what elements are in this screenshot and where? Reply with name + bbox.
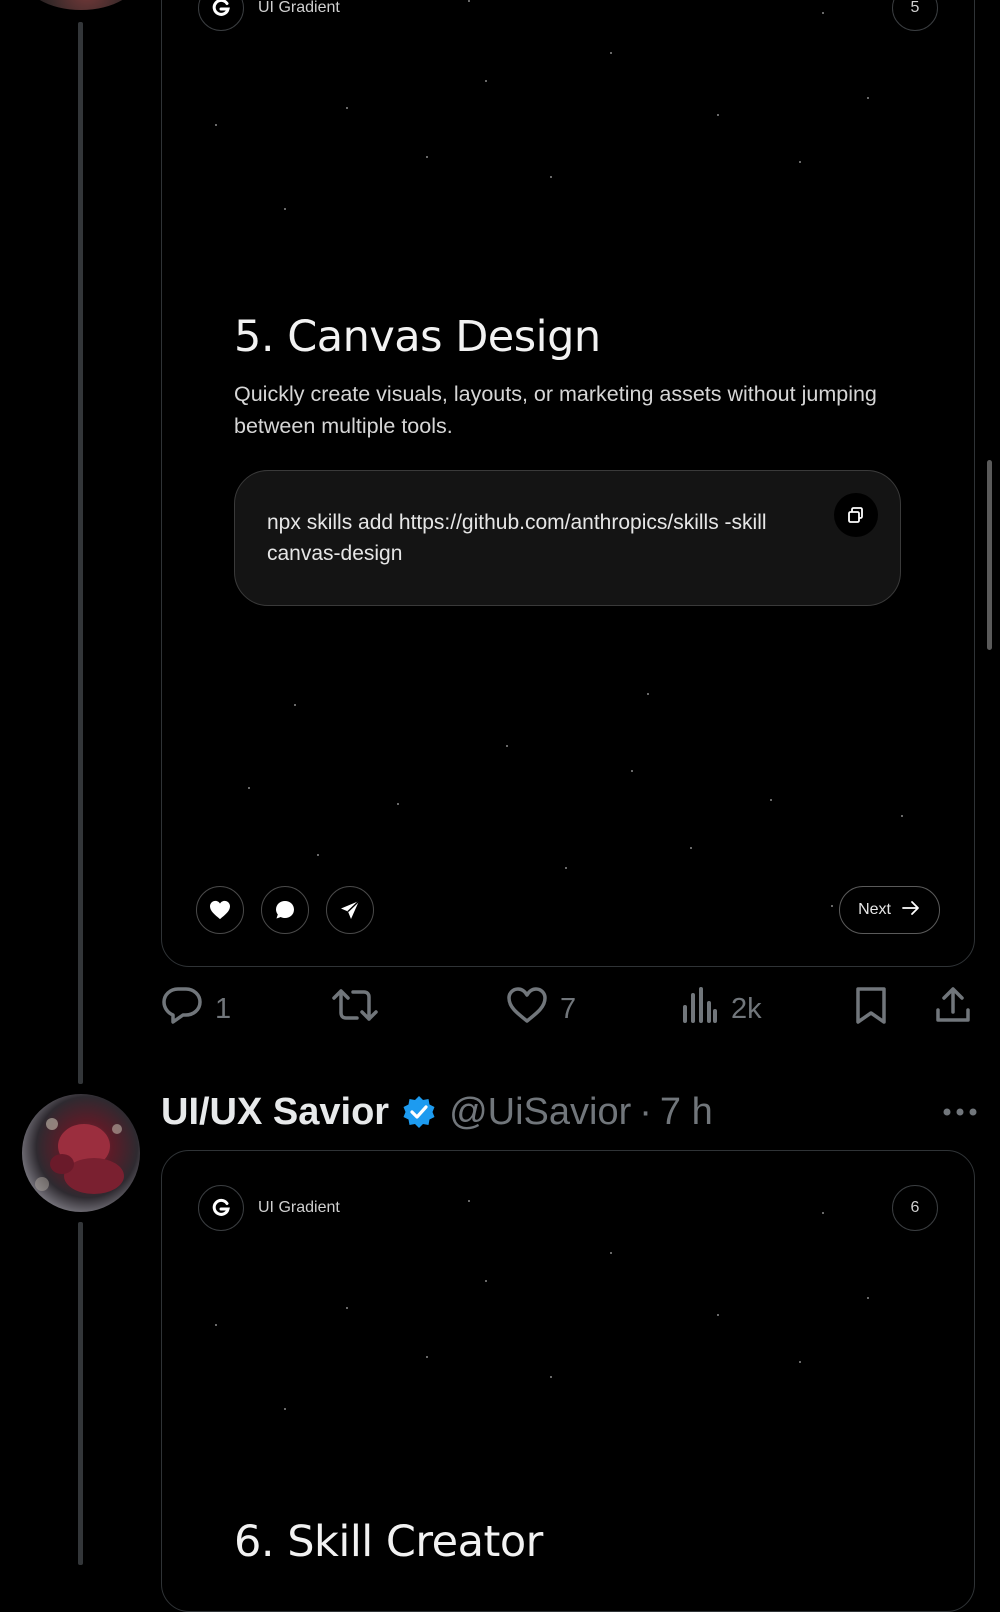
views-icon [681,985,719,1033]
dot-separator: · [639,1090,652,1133]
heart-icon[interactable] [196,886,244,934]
brand-name: UI Gradient [258,0,340,16]
post-media-card-2[interactable]: UI Gradient 6 6. Skill Creator [161,1150,975,1612]
more-icon[interactable] [942,1085,978,1139]
views-count: 2k [731,992,762,1025]
retweet-action[interactable] [331,980,391,1038]
verified-badge-icon [401,1094,437,1130]
next-label: Next [858,901,891,918]
next-button[interactable]: Next [839,886,940,934]
like-icon [506,986,548,1032]
send-icon[interactable] [326,886,374,934]
page-number-badge: 5 [892,0,938,31]
avatar-image [35,1118,124,1194]
share-action[interactable] [933,980,973,1038]
thread-line-top [78,22,83,1084]
card-header: UI Gradient 5 [198,0,938,31]
retweet-icon [331,985,379,1033]
slide-title-2: 6. Skill Creator [234,1517,543,1567]
like-count: 7 [560,992,577,1025]
reply-action[interactable]: 1 [161,980,231,1038]
chat-bubble-icon[interactable] [261,886,309,934]
command-box: npx skills add https://github.com/anthro… [234,470,901,606]
share-icon [933,985,973,1033]
card-actions: Next [196,886,940,934]
thread-line-bottom [78,1222,83,1565]
author-name[interactable]: UI/UX Savior [161,1091,389,1134]
card-header-2: UI Gradient 6 [198,1185,938,1231]
brand-name-2: UI Gradient [258,1199,340,1216]
card-action-buttons [196,886,374,934]
gradient-logo-icon [198,1185,244,1231]
command-text: npx skills add https://github.com/anthro… [267,511,767,565]
post-time[interactable]: 7 h [660,1091,713,1134]
author-handle[interactable]: @UiSavior [449,1091,631,1134]
slide-title: 5. Canvas Design [234,312,601,362]
post-media-card[interactable]: UI Gradient 5 5. Canvas Design Quickly c… [161,0,975,967]
brand-2: UI Gradient [198,1185,340,1231]
scrollbar[interactable] [987,460,992,650]
like-action[interactable]: 7 [506,980,576,1038]
views-action[interactable]: 2k [681,980,762,1038]
arrow-right-icon [901,900,921,921]
avatar[interactable] [22,1094,140,1212]
slide-description: Quickly create visuals, layouts, or mark… [234,382,877,438]
previous-avatar[interactable] [22,0,140,10]
gradient-logo-icon [198,0,244,31]
reply-count: 1 [215,992,232,1025]
copy-icon[interactable] [834,493,878,537]
bookmark-icon [853,985,889,1033]
engagement-bar: 1 7 2k [161,980,977,1038]
page-number-badge-2: 6 [892,1185,938,1231]
bookmark-action[interactable] [853,980,889,1038]
brand: UI Gradient [198,0,340,31]
reply-icon [161,985,203,1033]
post-header: UI/UX Savior @UiSavior · 7 h [161,1085,978,1139]
